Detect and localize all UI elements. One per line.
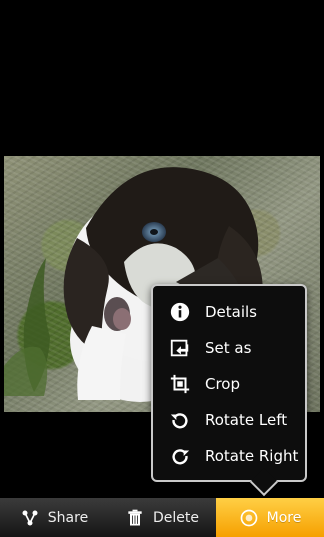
menu-item-rotate-right[interactable]: Rotate Right — [153, 438, 305, 474]
menu-item-crop[interactable]: Crop — [153, 366, 305, 402]
crop-icon — [169, 373, 191, 395]
menu-item-label: Set as — [205, 339, 252, 357]
set-as-icon — [169, 337, 191, 359]
more-button[interactable]: More — [216, 498, 324, 537]
bottom-toolbar: Share Delete More — [0, 498, 324, 537]
info-icon — [169, 301, 191, 323]
trash-icon — [125, 508, 145, 528]
menu-item-label: Crop — [205, 375, 241, 393]
menu-item-label: Rotate Right — [205, 447, 299, 465]
menu-item-set-as[interactable]: Set as — [153, 330, 305, 366]
delete-label: Delete — [153, 509, 199, 526]
more-options-menu: Details Set as Crop Rotate Left Rotate R… — [151, 284, 307, 482]
share-label: Share — [47, 509, 89, 526]
menu-item-rotate-left[interactable]: Rotate Left — [153, 402, 305, 438]
menu-item-label: Rotate Left — [205, 411, 288, 429]
share-button[interactable]: Share — [0, 498, 108, 537]
menu-item-label: Details — [205, 303, 258, 321]
rotate-left-icon — [169, 409, 191, 431]
screen: Details Set as Crop Rotate Left Rotate R… — [0, 0, 324, 537]
rotate-right-icon — [169, 445, 191, 467]
more-label: More — [266, 509, 302, 526]
menu-item-details[interactable]: Details — [153, 294, 305, 330]
delete-button[interactable]: Delete — [108, 498, 216, 537]
share-icon — [20, 508, 40, 528]
more-icon — [239, 508, 259, 528]
